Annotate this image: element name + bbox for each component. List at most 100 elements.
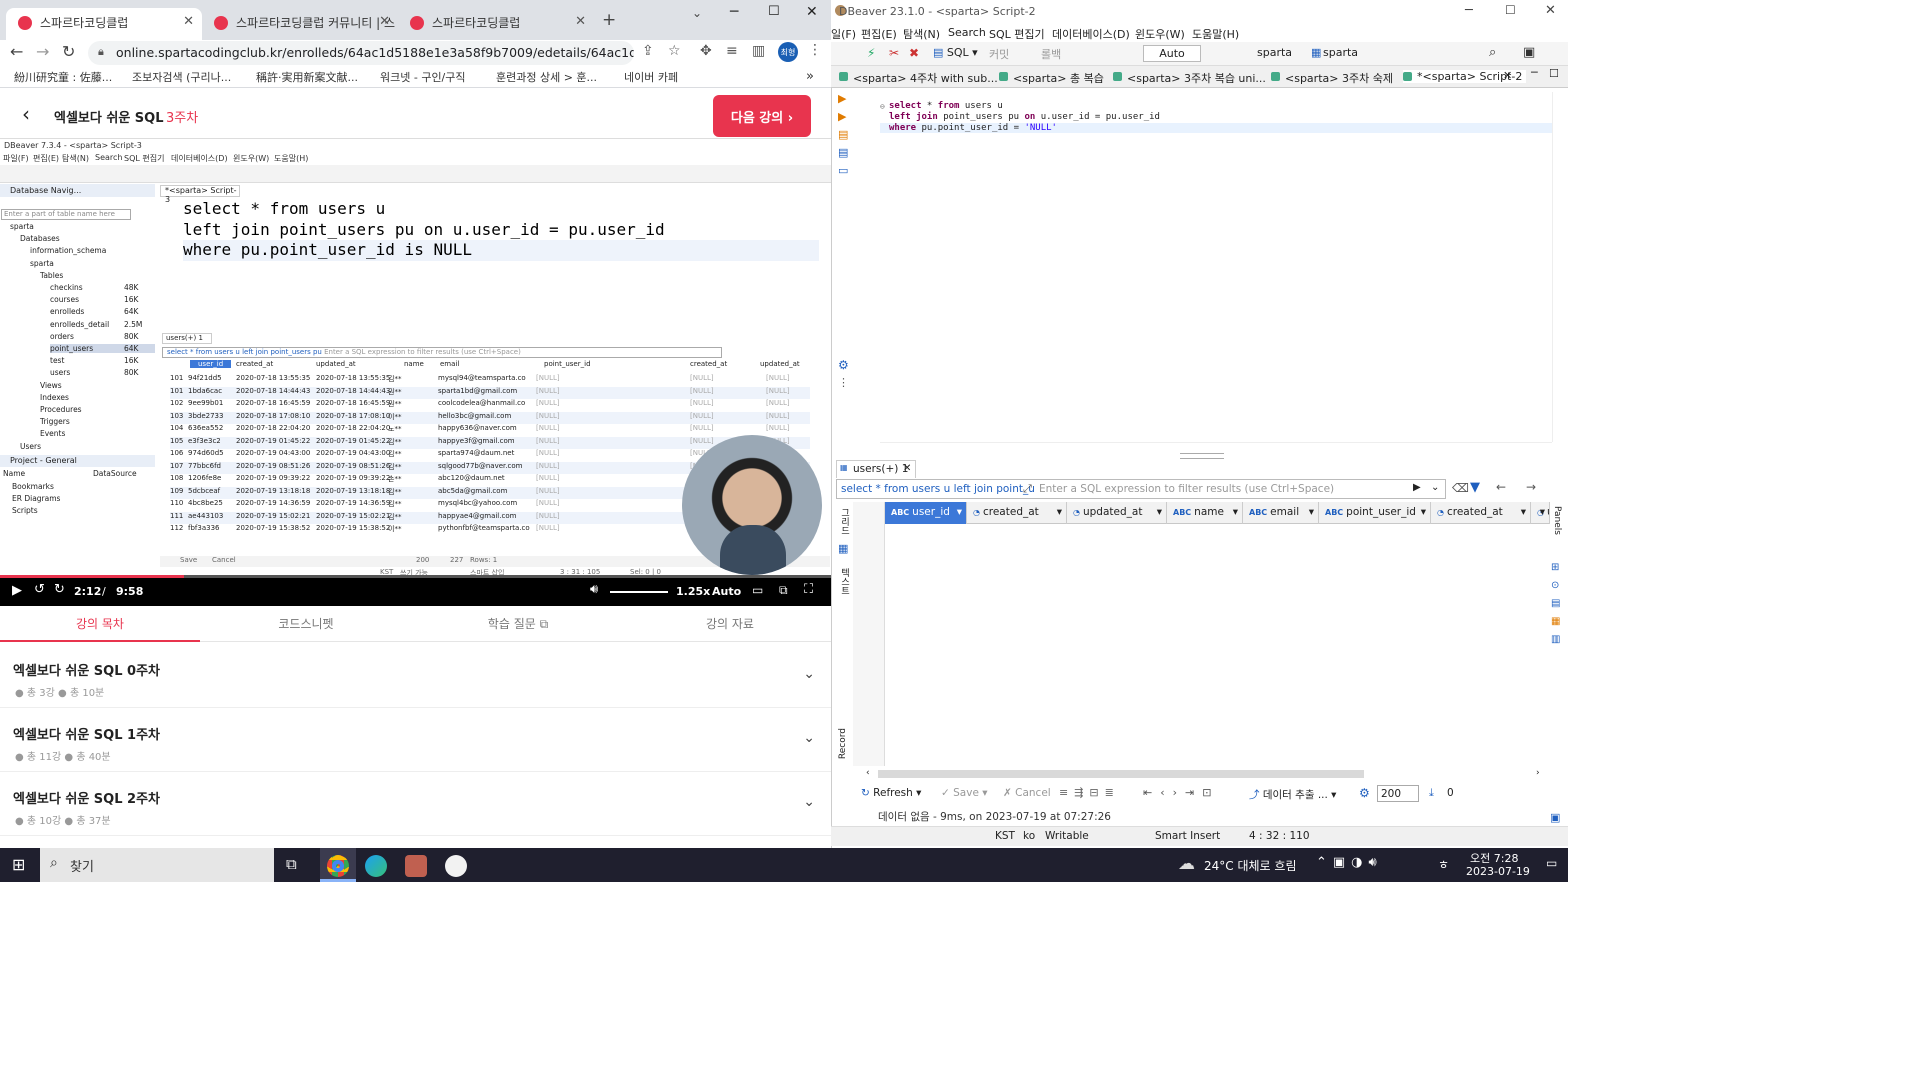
extensions-icon[interactable]: ✥ <box>700 43 712 59</box>
sidepanel-icon[interactable]: ▥ <box>752 43 765 59</box>
panels-tab[interactable]: Panels <box>1552 506 1562 535</box>
filter-icon[interactable]: ▼ <box>1470 480 1480 495</box>
column-sort-icon[interactable]: ▾ <box>1157 506 1162 518</box>
grid-hscrollbar[interactable]: ‹ › <box>866 768 1546 780</box>
browser-tab-1[interactable]: 스파르타코딩클럽 ✕ <box>6 8 202 40</box>
forward-icon[interactable]: → <box>36 42 49 61</box>
volume-slider[interactable] <box>610 591 668 593</box>
sql-button[interactable]: ▤ SQL ▾ <box>933 46 978 59</box>
panel-icon[interactable]: ▥ <box>1551 634 1560 645</box>
edge-icon[interactable] <box>365 855 387 877</box>
clock-time[interactable]: 오전 7:28 <box>1470 850 1518 866</box>
cancel-button[interactable]: ✗ Cancel <box>1003 787 1051 799</box>
week-item[interactable]: 엑셀보다 쉬운 SQL 0주차 ● 총 3강 ● 총 10분 ⌄ <box>0 644 831 708</box>
column-header-created-at[interactable]: ◔ created_at ▾ <box>1431 502 1531 524</box>
bookmark-star-icon[interactable]: ☆ <box>668 43 681 59</box>
invalidate-icon[interactable]: ✖ <box>909 46 919 60</box>
settings-gear-icon[interactable]: ⚙ <box>1359 786 1370 800</box>
fetch-all-icon[interactable]: ⤓ <box>1429 786 1434 800</box>
video-player[interactable]: DBeaver 7.3.4 - <sparta> Script-3 파일(F) … <box>0 138 831 578</box>
tab-code-snippet[interactable]: 코드스니펫 <box>206 615 406 632</box>
taskbar-search[interactable]: ⌕ 찾기 <box>40 848 274 882</box>
pip-icon[interactable]: ⧉ <box>779 583 788 598</box>
chevron-down-icon[interactable]: ⌄ <box>803 794 815 810</box>
menu-icon[interactable]: ⋮ <box>808 42 822 58</box>
panel-icon[interactable]: ▦ <box>1551 616 1560 627</box>
bookmark-item[interactable]: 稱許·実用新案文献... <box>256 69 358 85</box>
column-header-user-id[interactable]: ABC user_id ▾ <box>885 502 967 524</box>
bookmark-item[interactable]: 훈련과정 상세 > 훈... <box>496 69 597 85</box>
settings-gear-icon[interactable]: ⚙ <box>838 358 849 372</box>
chevron-down-icon[interactable]: ⌄ <box>803 730 815 746</box>
fullscreen-icon[interactable]: ⛶ <box>804 582 813 597</box>
schema-selector[interactable]: sparta <box>1323 46 1358 59</box>
quality-button[interactable]: Auto <box>712 585 741 598</box>
new-tab-icon[interactable]: + <box>602 10 616 30</box>
maximize-view-icon[interactable]: ☐ <box>1549 67 1559 80</box>
execute-script-icon[interactable]: ▶ <box>838 110 846 123</box>
grid-view-tab[interactable]: 그리드 <box>838 508 851 535</box>
editor-tab[interactable]: <sparta> 3주차 숙제 <box>1271 70 1393 86</box>
notification-icon[interactable]: ▭ <box>1546 856 1557 870</box>
editor-tab[interactable]: <sparta> 3주차 복습 uni... <box>1113 70 1266 86</box>
expand-filter-icon[interactable]: ⤢ <box>1023 482 1032 496</box>
column-header-created-at[interactable]: ◔ created_at ▾ <box>967 502 1067 524</box>
speed-button[interactable]: 1.25x <box>676 585 710 598</box>
close-tab-icon[interactable]: ✕ <box>183 14 194 29</box>
tab-search-icon[interactable]: ⌄ <box>692 6 702 20</box>
maximize-icon[interactable]: ☐ <box>1505 3 1516 17</box>
menu-search[interactable]: Search <box>948 26 986 39</box>
fold-icon[interactable]: ⊖ <box>880 102 885 111</box>
back-icon[interactable]: ← <box>1496 480 1506 494</box>
column-sort-icon[interactable]: ▾ <box>957 506 962 518</box>
search-icon[interactable]: ⌕ <box>1489 45 1496 60</box>
column-sort-icon[interactable]: ▾ <box>1233 506 1238 518</box>
minimize-icon[interactable]: ─ <box>730 4 738 20</box>
bookmark-item[interactable]: 紛川研究童 : 佐藤... <box>14 69 112 85</box>
editor-hscrollbar[interactable] <box>880 442 1552 452</box>
week-item[interactable]: 엑셀보다 쉬운 SQL 2주차 ● 총 10강 ● 총 37분 ⌄ <box>0 772 831 836</box>
execute-icon[interactable]: ▶ <box>838 92 846 105</box>
address-bar[interactable]: 🔒︎ online.spartacodingclub.kr/enrolleds/… <box>88 41 634 65</box>
dbeaver-taskbar-icon[interactable] <box>445 855 467 877</box>
rollback-button[interactable]: 롤백 <box>1041 46 1061 62</box>
menu-file[interactable]: 일(F) <box>831 26 856 42</box>
back-arrow-icon[interactable]: ‹ <box>22 102 30 126</box>
connect-icon[interactable]: ⚡︎ <box>867 46 875 60</box>
column-header-name[interactable]: ABC name ▾ <box>1167 502 1243 524</box>
column-header-updated-at[interactable]: ◔ updated_at ▾ <box>1067 502 1167 524</box>
column-sort-icon[interactable]: ▾ <box>1057 506 1062 518</box>
back-icon[interactable]: ← <box>10 42 23 61</box>
menu-help[interactable]: 도움말(H) <box>1192 26 1239 42</box>
column-header-email[interactable]: ABC email ▾ <box>1243 502 1319 524</box>
refresh-button[interactable]: ↻ Refresh ▾ <box>861 787 921 799</box>
commit-button[interactable]: 커밋 <box>989 46 1009 62</box>
column-sort-icon[interactable]: ▾ <box>1521 506 1526 518</box>
tab-materials[interactable]: 강의 자료 <box>630 615 830 632</box>
panel-icon[interactable]: ▤ <box>1551 598 1560 609</box>
datasource-selector[interactable]: sparta <box>1257 46 1292 59</box>
result-tab[interactable]: ▦ users(+) 1 ✕ <box>836 460 916 478</box>
fetch-size-input[interactable]: 200 <box>1377 785 1419 802</box>
browser-tab-3[interactable]: 스파르타코딩클럽 ✕ <box>398 8 594 40</box>
disconnect-icon[interactable]: ✂ <box>889 46 899 60</box>
bookmark-item[interactable]: 네이버 카페 <box>624 69 678 85</box>
record-view-tab[interactable]: Record <box>838 728 848 759</box>
app-icon[interactable] <box>405 855 427 877</box>
column-sort-icon[interactable]: ▾ <box>1421 506 1426 518</box>
reload-icon[interactable]: ↻ <box>62 42 75 61</box>
tab-questions[interactable]: 학습 질문 ⧉ <box>418 615 618 632</box>
more-bookmarks-icon[interactable]: » <box>806 69 814 84</box>
sql-editor[interactable]: ⊖ select * from users u left join point_… <box>880 92 1552 442</box>
chrome-icon[interactable] <box>327 855 349 877</box>
menu-edit[interactable]: 편집(E) <box>861 26 897 42</box>
outline-icon[interactable]: ▤ <box>838 146 848 159</box>
tray-icons[interactable]: ⌃▣◑🔊︎ <box>1316 855 1383 870</box>
editor-vscrollbar[interactable] <box>1552 92 1564 442</box>
transaction-mode[interactable]: Auto <box>1143 45 1201 62</box>
clock-date[interactable]: 2023-07-19 <box>1466 865 1530 878</box>
page-nav-icons[interactable]: ⇤‹›⇥⊡ <box>1143 786 1219 799</box>
scroll-thumb[interactable] <box>878 770 1364 778</box>
subtitles-icon[interactable]: ▭ <box>752 583 763 597</box>
close-tab-icon[interactable]: ✕ <box>379 14 390 29</box>
